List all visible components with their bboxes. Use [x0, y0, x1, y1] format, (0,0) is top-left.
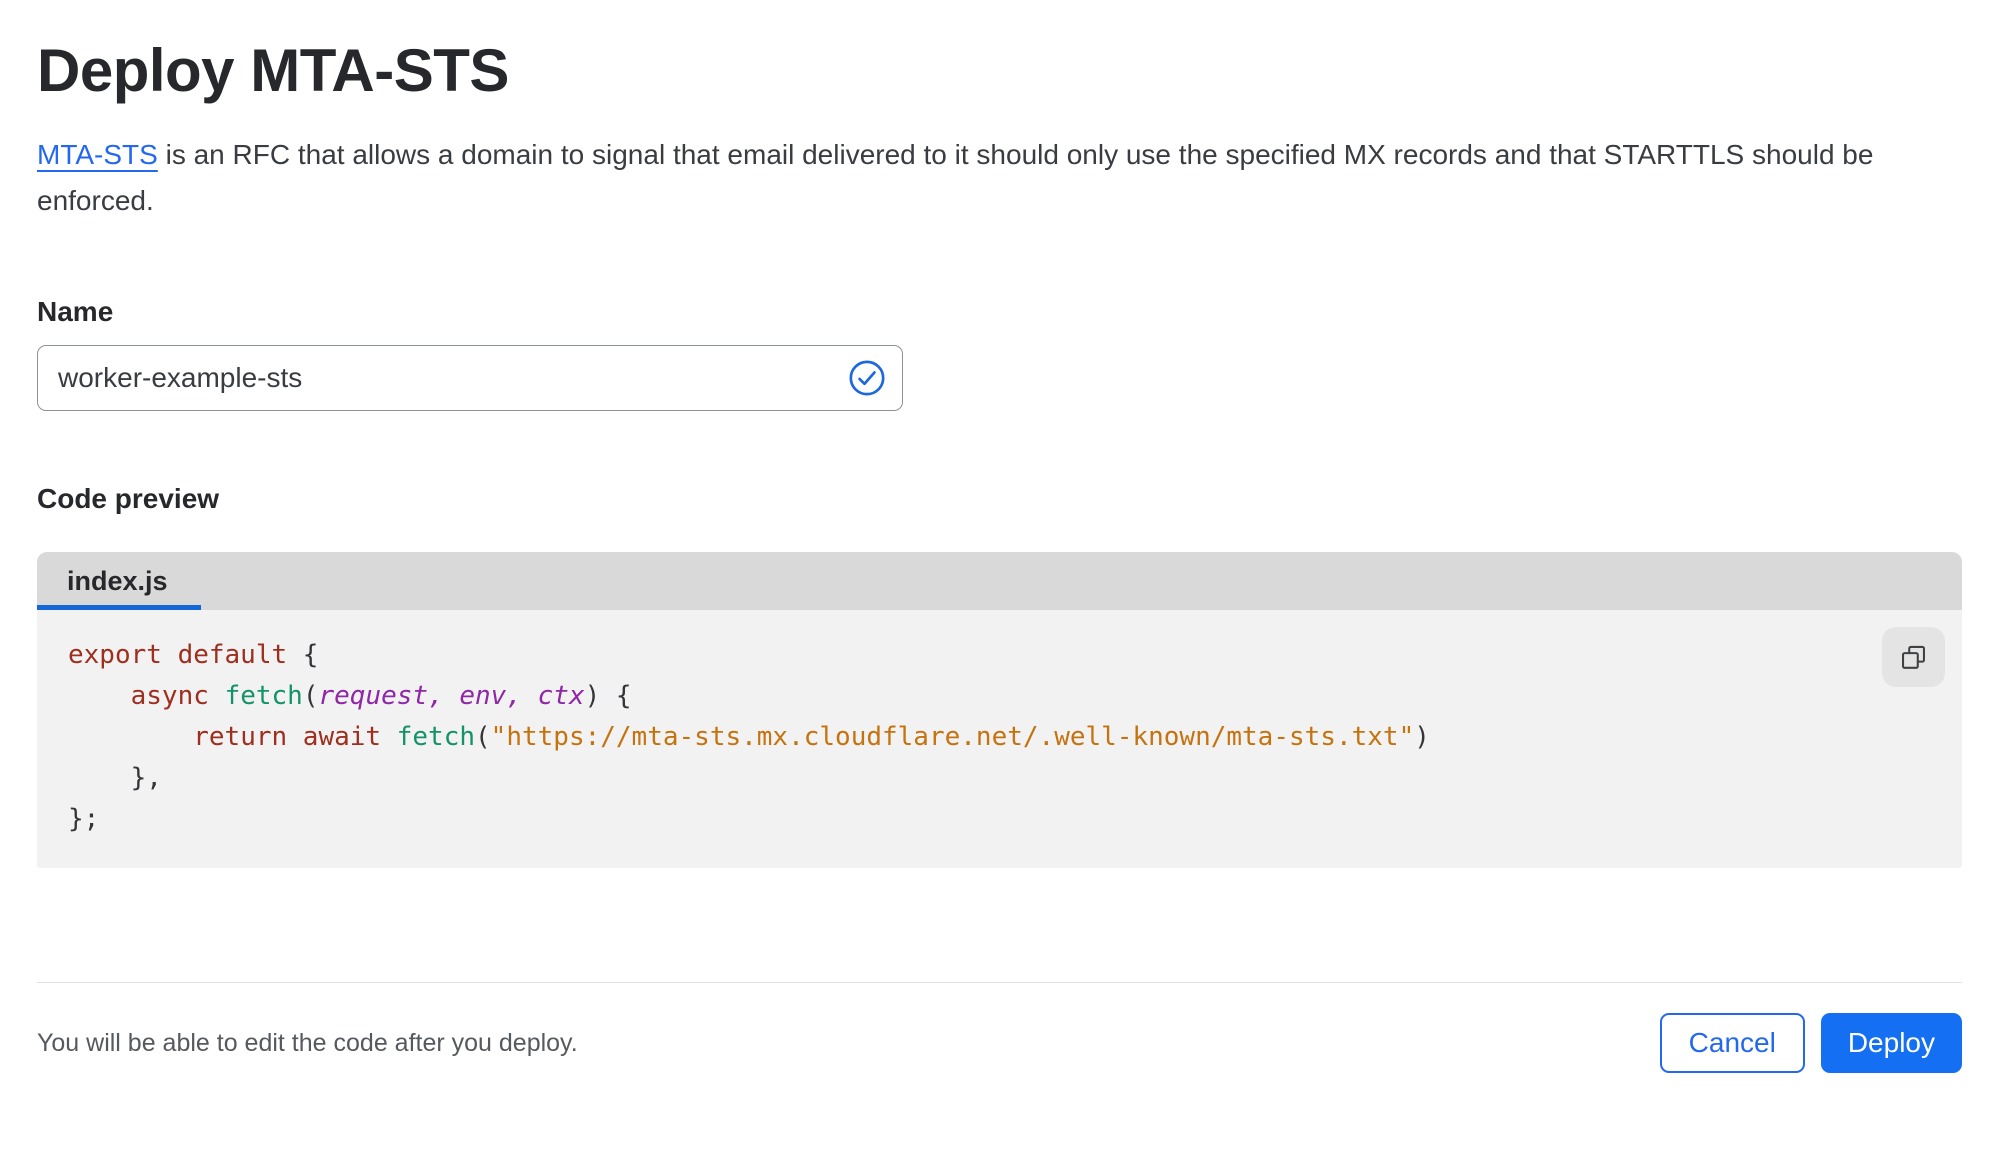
- code-line: };: [68, 804, 100, 834]
- copy-icon: [1898, 642, 1929, 673]
- code-tabbar: index.js: [37, 552, 1962, 610]
- footer-note: You will be able to edit the code after …: [37, 1028, 578, 1057]
- description-text: MTA-STS is an RFC that allows a domain t…: [37, 132, 1942, 224]
- name-input[interactable]: [58, 362, 848, 394]
- description-rest: is an RFC that allows a domain to signal…: [37, 139, 1874, 216]
- copy-code-button[interactable]: [1882, 627, 1945, 687]
- check-circle-icon: [848, 359, 886, 397]
- footer-actions: Cancel Deploy: [1659, 1013, 1962, 1073]
- page-title: Deploy MTA-STS: [37, 37, 509, 104]
- name-input-wrapper: [37, 345, 903, 411]
- footer: You will be able to edit the code after …: [37, 1013, 1962, 1073]
- code-line: async fetch(request, env, ctx) {: [130, 681, 632, 711]
- code-content: export default { async fetch(request, en…: [68, 635, 1882, 840]
- name-field-label: Name: [37, 296, 114, 327]
- code-line: return await fetch("https://mta-sts.mx.c…: [193, 722, 1430, 752]
- code-line: export default {: [68, 640, 319, 670]
- code-line: },: [68, 763, 162, 793]
- code-preview-panel: index.js export default { async fetch(re…: [37, 552, 1962, 868]
- cancel-button[interactable]: Cancel: [1659, 1013, 1805, 1073]
- code-preview-label: Code preview: [37, 483, 220, 514]
- code-editor-area: export default { async fetch(request, en…: [37, 610, 1962, 868]
- deploy-button[interactable]: Deploy: [1820, 1013, 1962, 1073]
- footer-divider: [37, 982, 1962, 983]
- tab-index-js[interactable]: index.js: [37, 552, 201, 610]
- mta-sts-link[interactable]: MTA-STS: [37, 139, 158, 170]
